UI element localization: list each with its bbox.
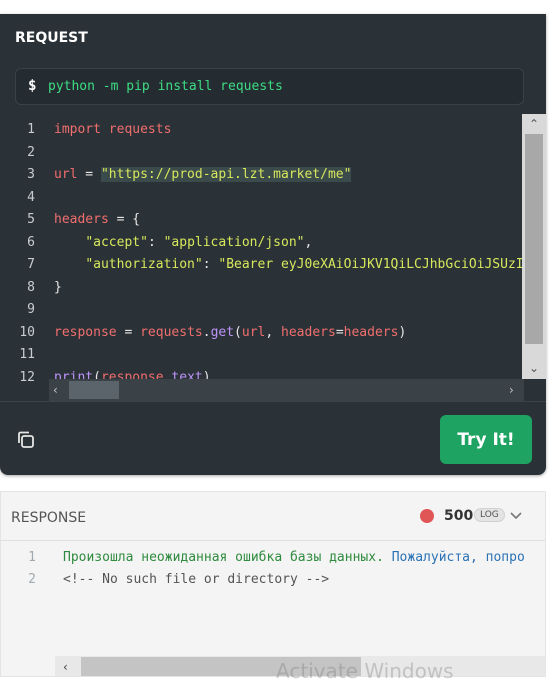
response-title: RESPONSE (11, 510, 87, 526)
code-line: 8} (0, 277, 522, 299)
line-number: 10 (19, 324, 35, 340)
code-text: import requests (54, 122, 172, 137)
chevron-down-icon[interactable] (507, 506, 525, 524)
response-text: <!-- No such file or directory --> (63, 572, 330, 587)
line-number: 7 (27, 257, 35, 272)
response-line: 1 Произошла неожиданная ошибка базы данны… (1, 547, 545, 569)
install-command-bar[interactable]: $ python -m pip install requests (15, 68, 524, 105)
prompt-symbol: $ (28, 78, 37, 94)
line-number: 6 (27, 234, 35, 250)
code-line: 7 "authorization": "Bearer eyJ0eXAiOiJKV… (0, 254, 522, 276)
scroll-down-arrow-icon[interactable]: ⌄ (529, 360, 539, 376)
line-number: 1 (28, 550, 36, 565)
code-line: 11 (0, 344, 522, 366)
line-number: 5 (27, 212, 35, 227)
line-number: 2 (27, 144, 35, 160)
request-panel: REQUEST $ python -m pip install requests… (0, 14, 546, 475)
line-number: 4 (27, 189, 35, 205)
scroll-right-arrow-icon[interactable]: › (509, 382, 514, 398)
code-editor[interactable]: 1 import requests 2 3 url = "https://prod-ap… (0, 115, 522, 383)
request-title: REQUEST (15, 30, 88, 46)
code-text: } (54, 279, 62, 295)
code-line: 10 response = requests.get(url, headers=h… (0, 322, 522, 344)
try-it-button[interactable]: Try It! (440, 415, 532, 464)
line-number: 2 (28, 572, 36, 587)
code-text: headers = { (54, 212, 141, 227)
horizontal-scroll-thumb[interactable] (69, 381, 119, 399)
code-line: 4 (0, 187, 522, 209)
code-line: 3 url = "https://prod-api.lzt.market/me" (0, 164, 522, 186)
response-panel: RESPONSE 500 LOG 1 Произошла неожиданная … (0, 491, 546, 677)
code-line: 1 import requests (0, 119, 522, 141)
status-code: 500 (444, 508, 474, 524)
code-vertical-scrollbar[interactable]: ⌃ ⌄ (522, 114, 546, 379)
code-horizontal-scrollbar[interactable]: ‹ › (49, 379, 524, 401)
scroll-left-arrow-icon[interactable]: ‹ (53, 382, 58, 398)
line-number: 3 (27, 167, 35, 182)
code-line: 6 "accept": "application/json", (0, 232, 522, 254)
activate-windows-watermark: Activate Windows (276, 659, 454, 683)
response-text: Произошла неожиданная ошибка базы данных… (63, 550, 525, 565)
response-line: 2 <!-- No such file or directory --> (1, 569, 545, 591)
scroll-up-arrow-icon[interactable]: ⌃ (529, 116, 539, 132)
code-line: 2 (0, 142, 522, 164)
line-number: 11 (19, 347, 35, 362)
line-number: 8 (27, 279, 35, 295)
scroll-left-arrow-icon[interactable]: ‹ (63, 659, 68, 675)
log-badge[interactable]: LOG (474, 508, 505, 522)
install-command[interactable]: python -m pip install requests (48, 79, 283, 94)
code-line: 9 (0, 299, 522, 321)
request-footer-divider (0, 401, 546, 402)
status-dot-icon (420, 509, 434, 523)
response-divider (1, 540, 545, 541)
code-text: "authorization": "Bearer eyJ0eXAiOiJKV1Q… (85, 257, 522, 272)
line-number: 1 (27, 122, 35, 137)
line-number: 12 (19, 369, 35, 384)
line-number: 9 (27, 302, 35, 317)
copy-icon (18, 431, 34, 448)
vertical-scroll-thumb[interactable] (525, 134, 543, 344)
code-text: "accept": "application/json", (85, 234, 313, 250)
copy-code-button[interactable] (14, 428, 38, 452)
code-line: 5 headers = { (0, 209, 522, 231)
code-text: url = "https://prod-api.lzt.market/me" (54, 167, 352, 182)
code-text: response = requests.get(url, headers=hea… (54, 324, 407, 340)
